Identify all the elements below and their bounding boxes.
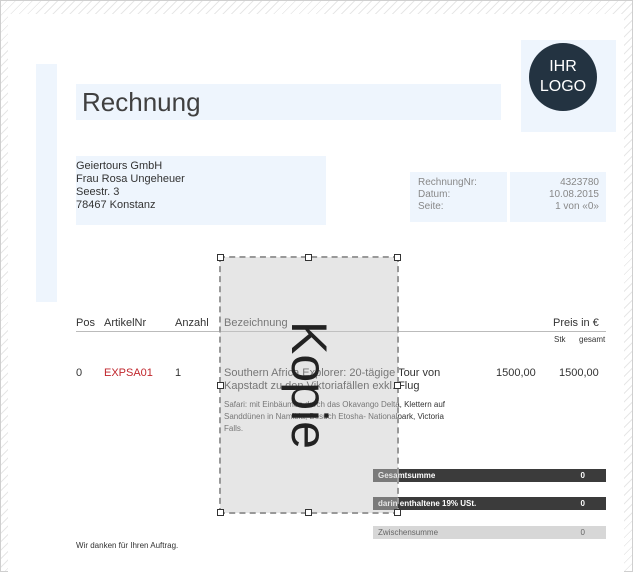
watermark-text: Kopie — [280, 321, 337, 449]
recipient-city: 78467 Konstanz — [76, 199, 156, 211]
header-pos: Pos — [76, 317, 95, 329]
total-bar: Gesamtsumme 0 — [373, 469, 606, 482]
resize-handle-s[interactable] — [305, 509, 312, 516]
resize-handle-nw[interactable] — [217, 254, 224, 261]
resize-handle-e[interactable] — [394, 382, 401, 389]
resize-handle-n[interactable] — [305, 254, 312, 261]
logo-line1: IHR — [549, 58, 577, 75]
logo-line2: LOGO — [539, 78, 587, 95]
row-price-total: 1500,00 — [559, 367, 599, 379]
header-preis: Preis in € — [553, 317, 599, 329]
recipient-address[interactable]: Geiertours GmbH Frau Rosa Ungeheuer Sees… — [76, 160, 185, 212]
subheader-gesamt: gesamt — [579, 335, 606, 344]
recipient-name: Frau Rosa Ungeheuer — [76, 173, 185, 185]
recipient-street: Seestr. 3 — [76, 186, 120, 198]
thanks-note: Wir danken für Ihren Auftrag. — [76, 541, 179, 550]
left-accent-bar — [36, 64, 57, 302]
header-artikelnr: ArtikelNr — [104, 317, 147, 329]
resize-handle-se[interactable] — [394, 509, 401, 516]
logo[interactable]: IHR LOGO — [529, 43, 597, 111]
total-value: 0 — [580, 471, 585, 480]
meta-values[interactable]: 4323780 10.08.2015 1 von «0» — [513, 177, 599, 213]
watermark-text-wrap: Kopie — [220, 257, 398, 513]
invoice-page: Rechnung IHR LOGO Geiertours GmbH Frau R… — [8, 14, 624, 572]
recipient-company: Geiertours GmbH — [76, 160, 163, 172]
date-label: Datum: — [418, 189, 451, 200]
invoice-number-label: RechnungNr: — [418, 177, 477, 188]
invoice-number-value: 4323780 — [560, 177, 599, 188]
watermark-textbox[interactable]: Kopie — [217, 254, 401, 516]
row-anzahl: 1 — [175, 367, 182, 379]
resize-handle-w[interactable] — [217, 382, 224, 389]
vat-value: 0 — [580, 499, 585, 508]
page-label: Seite: — [418, 201, 444, 212]
date-value: 10.08.2015 — [548, 189, 599, 200]
page-value: 1 von «0» — [555, 201, 599, 212]
subtotal-label: Zwischensumme — [378, 528, 439, 537]
resize-handle-sw[interactable] — [217, 509, 224, 516]
subtotal-value: 0 — [580, 528, 585, 537]
row-artikelnr[interactable]: EXPSA01 — [104, 367, 153, 379]
resize-handle-ne[interactable] — [394, 254, 401, 261]
meta-labels: RechnungNr: Datum: Seite: — [418, 177, 477, 213]
subtotal-bar: Zwischensumme 0 — [373, 526, 606, 539]
page-title: Rechnung — [82, 87, 201, 117]
vat-bar: darin enthaltene 19% USt. 0 — [373, 497, 606, 510]
row-pos: 0 — [76, 367, 83, 379]
header-anzahl: Anzahl — [175, 317, 209, 329]
row-price-stk: 1500,00 — [496, 367, 536, 379]
subheader-stk: Stk — [554, 335, 566, 344]
